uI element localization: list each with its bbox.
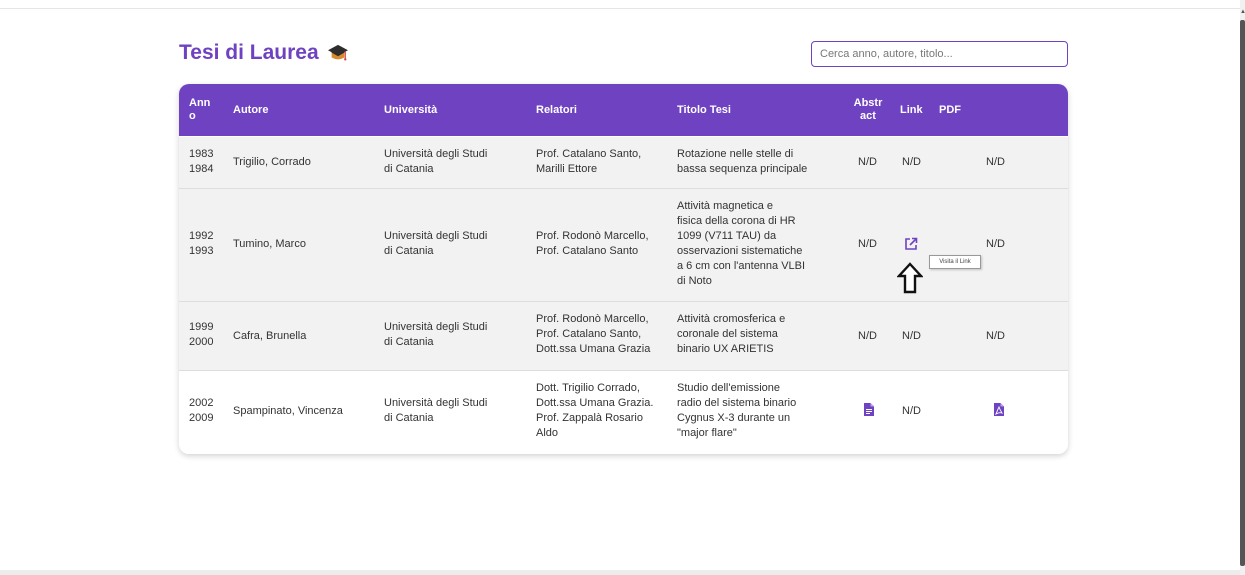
cell-titolo: Studio dell'emissione radio del sistema …	[677, 381, 796, 441]
anno-start: 1983	[189, 148, 214, 160]
text-line: di Catania	[384, 163, 434, 175]
cell-relatori: Prof. Catalano Santo, Marilli Ettore	[536, 147, 641, 177]
bottom-bar	[0, 570, 1240, 575]
header-autore[interactable]: Autore	[233, 104, 268, 117]
table-row: 1983 1984 Trigilio, Corrado Università d…	[179, 137, 1068, 188]
text-line: di Catania	[384, 336, 434, 348]
cell-pdf: N/D	[986, 330, 1005, 342]
anno-start: 1992	[189, 230, 214, 242]
text-line: binario UX ARIETIS	[677, 343, 774, 355]
anno-start: 1999	[189, 321, 214, 333]
text-line: osservazioni sistematiche	[677, 245, 803, 257]
header-link[interactable]: Link	[900, 104, 923, 117]
cell-abstract: N/D	[858, 156, 877, 168]
text-line: Studio dell'emissione	[677, 382, 780, 394]
header-relatori[interactable]: Relatori	[536, 104, 577, 117]
cell-anno: 1999 2000	[189, 320, 213, 350]
anno-end: 1993	[189, 245, 214, 257]
cell-titolo: Rotazione nelle stelle di bassa sequenza…	[677, 147, 807, 177]
cell-autore: Cafra, Brunella	[233, 330, 307, 342]
cell-relatori: Dott. Trigilio Corrado, Dott.ssa Umana G…	[536, 381, 653, 441]
cell-abstract: N/D	[858, 238, 877, 250]
cell-universita: Università degli Studi di Catania	[384, 396, 487, 426]
text-line: a 6 cm con l'antenna VLBI	[677, 260, 806, 272]
cell-link: N/D	[902, 405, 921, 417]
mouse-pointer-icon	[897, 262, 923, 294]
title-row: Tesi di Laurea	[179, 40, 349, 66]
text-line: Università degli Studi	[384, 148, 488, 160]
text-line: "major flare"	[677, 427, 737, 439]
text-line: Prof. Zappalà Rosario	[536, 412, 643, 424]
text-line: Prof. Rodonò Marcello,	[536, 313, 649, 325]
header-abstract[interactable]: Abstract	[853, 97, 883, 123]
header-pdf[interactable]: PDF	[939, 104, 961, 117]
text-line: fisica della corona di HR	[677, 215, 796, 227]
text-line: radio del sistema binario	[677, 397, 797, 409]
text-line: Prof. Catalano Santo	[536, 245, 639, 257]
text-line: Università degli Studi	[384, 321, 488, 333]
browser-top-divider	[0, 8, 1245, 9]
cell-pdf: N/D	[986, 238, 1005, 250]
pdf-file-icon[interactable]	[994, 403, 1004, 416]
cell-anno: 2002 2009	[189, 396, 213, 426]
table-row: 2002 2009 Spampinato, Vincenza Universit…	[179, 371, 1068, 454]
cell-link: N/D	[902, 330, 921, 342]
cell-titolo: Attività cromosferica e coronale del sis…	[677, 312, 785, 357]
cell-relatori: Prof. Rodonò Marcello, Prof. Catalano Sa…	[536, 229, 649, 259]
text-line: Cygnus X-3 durante un	[677, 412, 791, 424]
text-line: Prof. Rodonò Marcello,	[536, 230, 649, 242]
anno-end: 2000	[189, 336, 214, 348]
header-titolo[interactable]: Titolo Tesi	[677, 104, 731, 117]
cell-universita: Università degli Studi di Catania	[384, 229, 487, 259]
cell-relatori: Prof. Rodonò Marcello, Prof. Catalano Sa…	[536, 312, 650, 357]
text-line: Attività magnetica e	[677, 200, 773, 212]
text-line: Rotazione nelle stelle di	[677, 148, 794, 160]
text-line: Attività cromosferica e	[677, 313, 786, 325]
cell-autore: Spampinato, Vincenza	[233, 405, 343, 417]
text-line: Dott. Trigilio Corrado,	[536, 382, 640, 394]
table-row: 1992 1993 Tumino, Marco Università degli…	[179, 189, 1068, 301]
text-line: Università degli Studi	[384, 397, 488, 409]
text-line: di Noto	[677, 275, 712, 287]
table-row: 1999 2000 Cafra, Brunella Università deg…	[179, 302, 1068, 370]
cell-titolo: Attività magnetica e fisica della corona…	[677, 199, 805, 289]
text-line: Prof. Catalano Santo,	[536, 148, 642, 160]
cell-link: N/D	[902, 156, 921, 168]
external-link-icon[interactable]	[904, 237, 918, 251]
text-line: Dott.ssa Umana Grazia	[536, 343, 651, 355]
cell-anno: 1983 1984	[189, 147, 213, 177]
cell-autore: Trigilio, Corrado	[233, 156, 311, 168]
search-input[interactable]	[811, 41, 1068, 67]
text-line: Università degli Studi	[384, 230, 488, 242]
table-header: Anno Autore Università Relatori Titolo T…	[179, 84, 1068, 136]
anno-end: 2009	[189, 412, 214, 424]
thesis-table: Anno Autore Università Relatori Titolo T…	[179, 84, 1068, 454]
cell-universita: Università degli Studi di Catania	[384, 320, 487, 350]
text-line: Dott.ssa Umana Grazia.	[536, 397, 654, 409]
anno-start: 2002	[189, 397, 214, 409]
text-line: Prof. Catalano Santo,	[536, 328, 642, 340]
header-universita[interactable]: Università	[384, 104, 437, 117]
cell-anno: 1992 1993	[189, 229, 213, 259]
cell-abstract: N/D	[858, 330, 877, 342]
cell-autore: Tumino, Marco	[233, 238, 306, 250]
scrollbar-thumb[interactable]	[1240, 20, 1245, 566]
text-line: coronale del sistema	[677, 328, 778, 340]
scroll-up-icon[interactable]: ▲	[1240, 9, 1245, 15]
cell-pdf: N/D	[986, 156, 1005, 168]
text-line: bassa sequenza principale	[677, 163, 808, 175]
anno-end: 1984	[189, 163, 214, 175]
page-title: Tesi di Laurea	[179, 41, 319, 64]
text-line: Aldo	[536, 427, 559, 439]
text-line: di Catania	[384, 245, 434, 257]
header-anno[interactable]: Anno	[189, 97, 211, 123]
cell-universita: Università degli Studi di Catania	[384, 147, 487, 177]
text-line: Marilli Ettore	[536, 163, 598, 175]
graduation-cap-icon	[327, 44, 348, 61]
text-line: di Catania	[384, 412, 434, 424]
document-icon[interactable]	[864, 403, 874, 416]
link-tooltip: Visita il Link	[929, 255, 981, 269]
text-line: 1099 (V711 TAU) da	[677, 230, 777, 242]
